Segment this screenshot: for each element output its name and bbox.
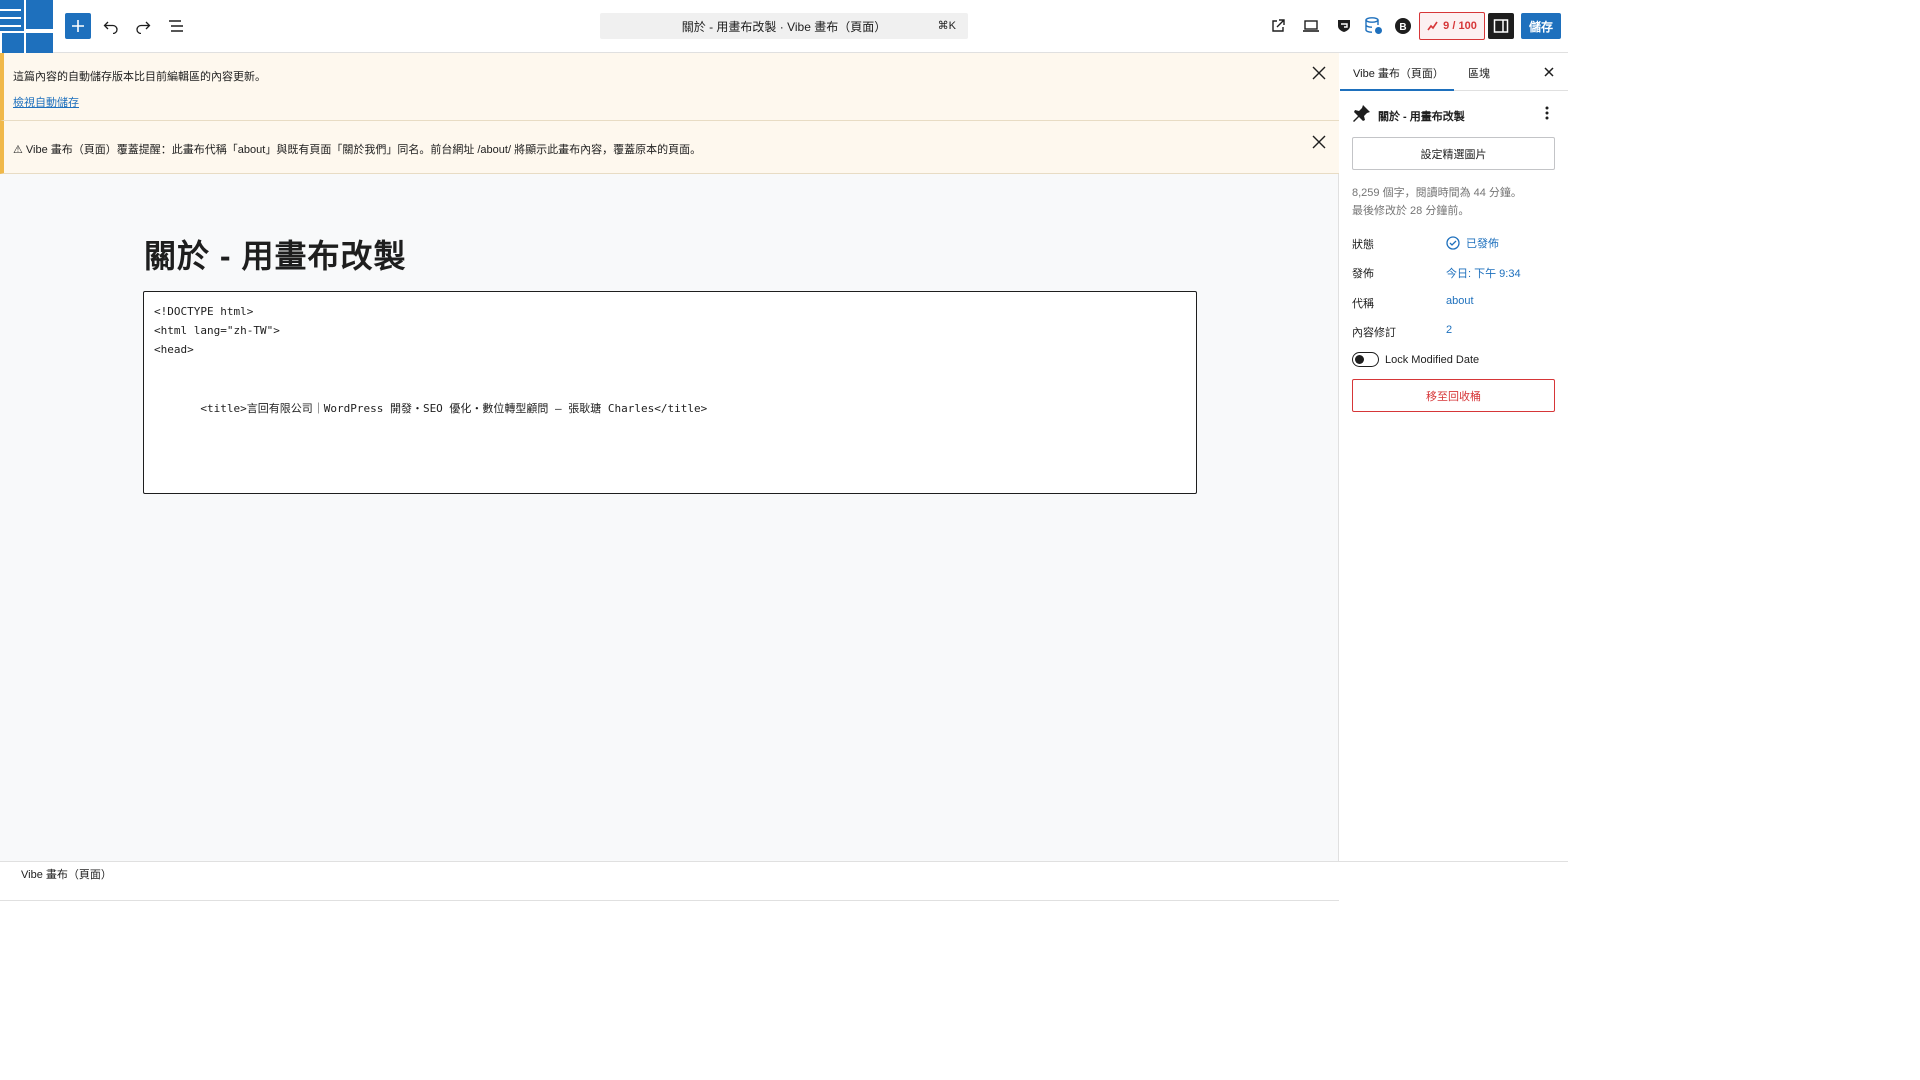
command-palette-bar[interactable]: 關於 - 用畫布改製 · Vibe 畫布（頁面） ⌘K (600, 13, 968, 39)
security-plugin-button[interactable] (1331, 13, 1357, 39)
seo-score-value: 9 / 100 (1443, 20, 1477, 32)
last-modified-text: 最後修改於 28 分鐘前。 (1352, 205, 1470, 217)
status-value[interactable]: 已發佈 (1446, 235, 1499, 251)
sidebar-tabs: Vibe 畫布（頁面） 區塊 (1340, 53, 1568, 91)
settings-panel-toggle[interactable] (1488, 13, 1514, 39)
breadcrumb[interactable]: Vibe 畫布（頁面） (21, 866, 112, 882)
save-button[interactable]: 儲存 (1521, 13, 1561, 39)
document-title: 關於 - 用畫布改製 (1378, 111, 1465, 123)
code-line: <!DOCTYPE html> (154, 305, 254, 318)
autosave-notice: 這篇內容的自動儲存版本比目前編輯區的內容更新。 檢視自動儲存 (0, 53, 1339, 121)
revisions-label: 內容修訂 (1352, 327, 1396, 339)
b-badge-icon: B (1395, 18, 1411, 34)
check-circle-icon (1446, 236, 1460, 250)
redo-button[interactable] (130, 13, 156, 39)
pin-icon (1353, 105, 1370, 122)
code-line: <head> (154, 343, 194, 356)
block-breadcrumb-bar: Vibe 畫布（頁面） (0, 861, 1568, 882)
logo-block (24, 31, 53, 53)
publish-date-value[interactable]: 今日: 下午 9:34 (1446, 265, 1521, 281)
site-logo-button[interactable] (0, 0, 53, 53)
editor-header: 關於 - 用畫布改製 · Vibe 畫布（頁面） ⌘K B 9 / 100 儲存 (0, 0, 1568, 53)
status-text: 已發佈 (1466, 238, 1499, 250)
command-shortcut: ⌘K (937, 20, 956, 32)
status-label: 狀態 (1352, 239, 1374, 251)
page-title[interactable]: 關於 - 用畫布改製 (144, 231, 406, 277)
word-count-text: 8,259 個字，閱讀時間為 44 分鐘。 (1352, 187, 1522, 199)
html-code-block[interactable]: <!DOCTYPE html> <html lang="zh-TW"> <hea… (143, 291, 1197, 494)
shield-icon (1338, 20, 1350, 32)
tab-document[interactable]: Vibe 畫布（頁面） (1353, 65, 1444, 81)
divider (0, 900, 1339, 901)
slug-conflict-text: ⚠ Vibe 畫布（頁面）覆蓋提醒：此畫布代稱「about」與既有頁面「關於我們… (13, 144, 702, 156)
code-line: <html lang="zh-TW"> (154, 324, 280, 337)
tab-block[interactable]: 區塊 (1468, 65, 1490, 81)
close-icon[interactable] (1311, 134, 1327, 150)
undo-button[interactable] (98, 13, 124, 39)
menu-line (0, 9, 21, 11)
laptop-icon (1303, 20, 1319, 32)
code-line: <title>言回有限公司｜WordPress 開發・SEO 優化・數位轉型顧問… (154, 402, 708, 415)
lock-modified-date-label: Lock Modified Date (1385, 354, 1480, 366)
sidebar-icon (1493, 19, 1509, 33)
list-view-icon (169, 20, 183, 32)
command-bar-title: 關於 - 用畫布改製 · Vibe 畫布（頁面） (681, 19, 887, 34)
toggle-knob (1355, 355, 1364, 364)
publish-label: 發佈 (1352, 268, 1374, 280)
editor-canvas: 這篇內容的自動儲存版本比目前編輯區的內容更新。 檢視自動儲存 ⚠ Vibe 畫布… (0, 53, 1339, 901)
settings-sidebar: Vibe 畫布（頁面） 區塊 關於 - 用畫布改製 設定精選圖片 8,259 個… (1340, 53, 1568, 861)
redo-icon (136, 21, 151, 34)
external-link-icon (1272, 19, 1285, 32)
builder-plugin-button[interactable]: B (1390, 13, 1416, 39)
database-icon (1365, 17, 1382, 34)
menu-line (0, 17, 21, 19)
menu-line (0, 25, 21, 27)
logo-block (24, 0, 53, 31)
svg-text:B: B (1399, 22, 1406, 33)
seo-chart-icon (1427, 21, 1438, 31)
lock-modified-date-toggle[interactable] (1352, 352, 1379, 367)
autosave-notice-text: 這篇內容的自動儲存版本比目前編輯區的內容更新。 (13, 71, 266, 83)
plus-icon (72, 20, 84, 32)
close-icon[interactable] (1542, 65, 1556, 79)
database-plugin-button[interactable] (1361, 13, 1387, 39)
document-overview-button[interactable] (163, 13, 189, 39)
slug-label: 代稱 (1352, 298, 1374, 310)
move-to-trash-button[interactable]: 移至回收桶 (1352, 379, 1555, 412)
view-autosave-link[interactable]: 檢視自動儲存 (13, 94, 79, 110)
close-icon[interactable] (1311, 65, 1327, 81)
preview-device-button[interactable] (1298, 13, 1324, 39)
slug-value[interactable]: about (1446, 295, 1474, 307)
revisions-value[interactable]: 2 (1446, 324, 1452, 336)
active-tab-indicator (1340, 89, 1454, 91)
view-page-button[interactable] (1265, 13, 1291, 39)
add-block-button[interactable] (65, 13, 91, 39)
set-featured-image-button[interactable]: 設定精選圖片 (1352, 137, 1555, 170)
more-options-icon[interactable] (1544, 105, 1550, 121)
seo-score-badge[interactable]: 9 / 100 (1419, 12, 1485, 40)
slug-conflict-notice: ⚠ Vibe 畫布（頁面）覆蓋提醒：此畫布代稱「about」與既有頁面「關於我們… (0, 121, 1339, 174)
undo-icon (103, 21, 118, 34)
